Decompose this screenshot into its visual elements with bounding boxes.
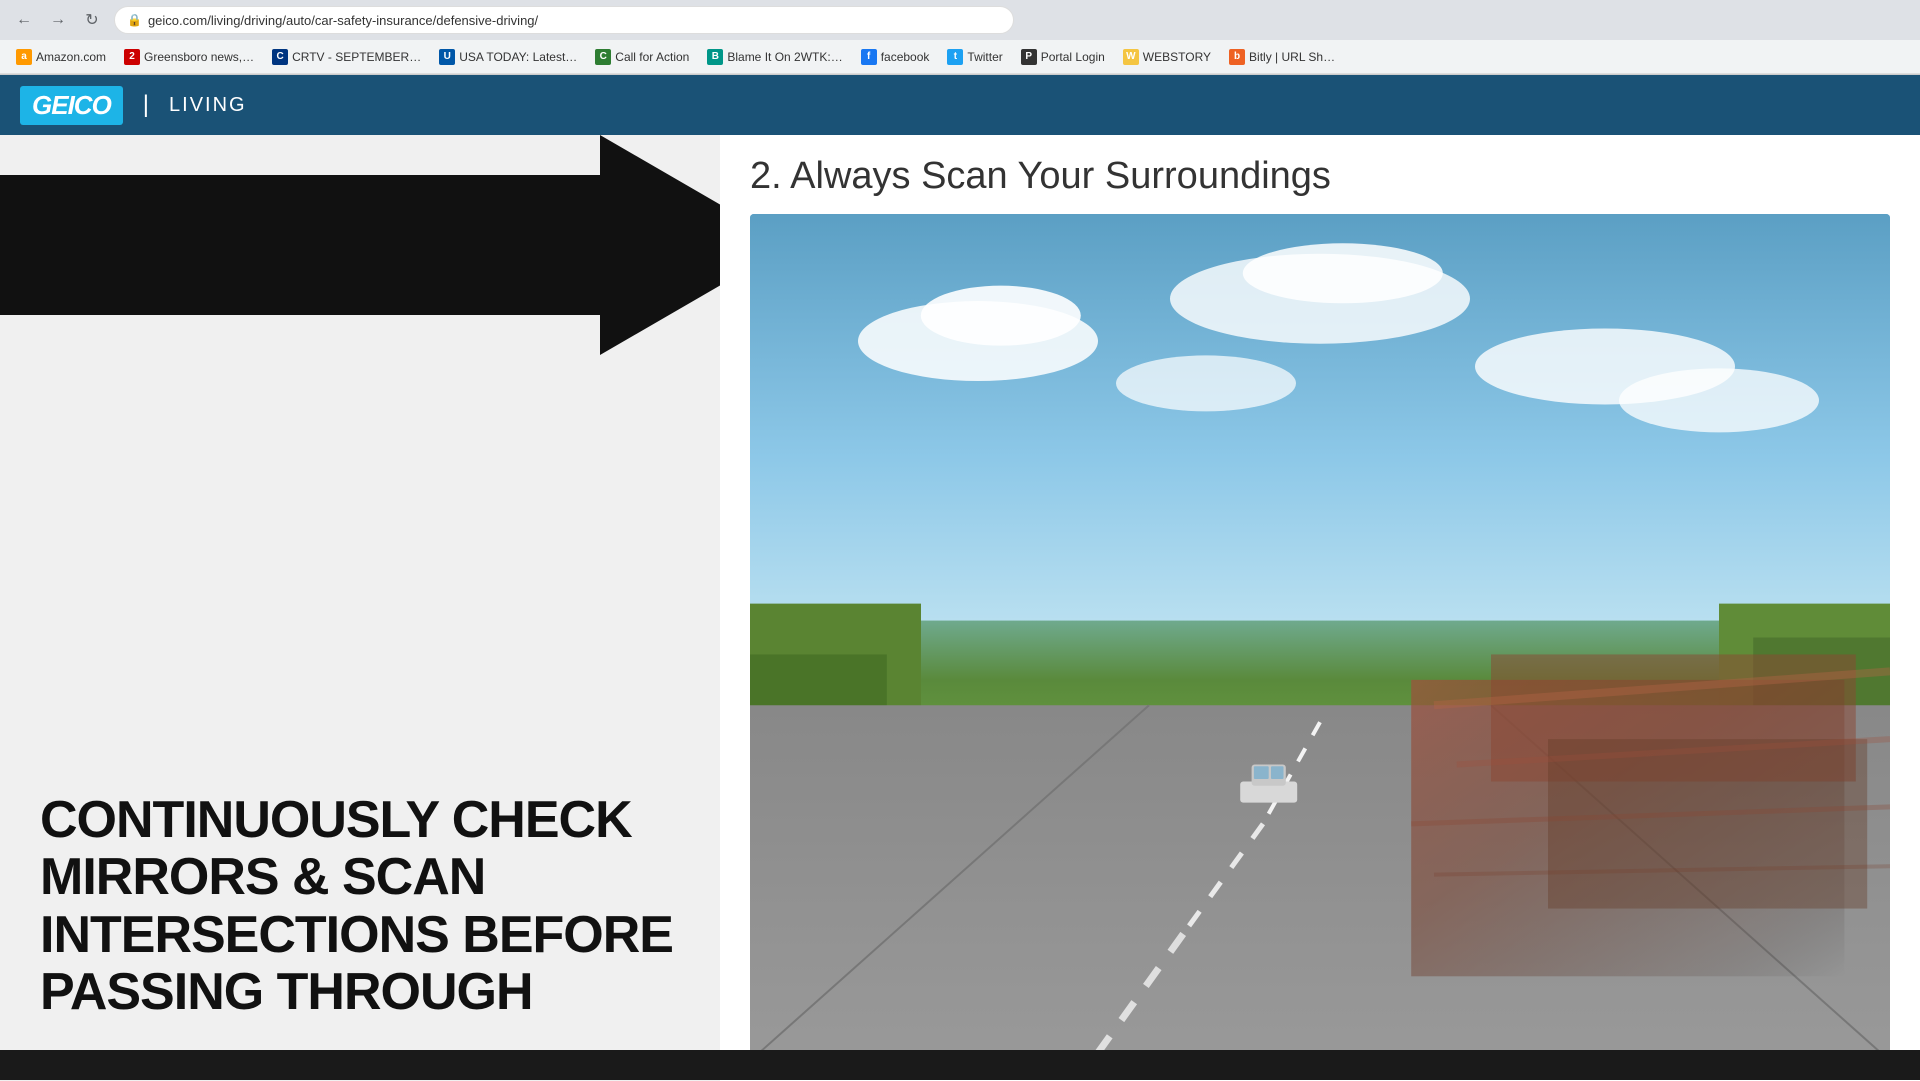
favicon-portallogin: P — [1021, 49, 1037, 65]
url-text: geico.com/living/driving/auto/car-safety… — [148, 13, 538, 28]
favicon-usatoday: U — [439, 49, 455, 65]
address-bar[interactable]: 🔒 geico.com/living/driving/auto/car-safe… — [114, 6, 1014, 34]
arrow-container — [0, 135, 720, 355]
left-panel: CONTINUOUSLY CHECK MIRRORS & SCAN INTERS… — [0, 135, 720, 1081]
nav-buttons: ← → ↻ — [10, 6, 106, 34]
right-panel: 2. Always Scan Your Surroundings — [720, 135, 1920, 1081]
reload-button[interactable]: ↻ — [78, 6, 106, 34]
bookmark-webstory[interactable]: W WEBSTORY — [1115, 46, 1219, 68]
main-area: CONTINUOUSLY CHECK MIRRORS & SCAN INTERS… — [0, 135, 1920, 1081]
favicon-bitly: b — [1229, 49, 1245, 65]
page-content: GEICO | LIVING CONTINUOUSLY CHECK MIRROR… — [0, 75, 1920, 1081]
bookmark-blame[interactable]: B Blame It On 2WTK:… — [699, 46, 850, 68]
road-image — [750, 214, 1890, 1061]
bookmark-label-blame: Blame It On 2WTK:… — [727, 50, 842, 64]
bookmark-label-crtv: CRTV - SEPTEMBER… — [292, 50, 421, 64]
bookmarks-bar: a Amazon.com 2 Greensboro news,… C CRTV … — [0, 40, 1920, 74]
favicon-webstory: W — [1123, 49, 1139, 65]
bookmark-callforaction[interactable]: C Call for Action — [587, 46, 697, 68]
back-button[interactable]: ← — [10, 6, 38, 34]
favicon-callforaction: C — [595, 49, 611, 65]
bookmark-portallogin[interactable]: P Portal Login — [1013, 46, 1113, 68]
favicon-twitter: t — [947, 49, 963, 65]
bookmark-label-bitly: Bitly | URL Sh… — [1249, 50, 1335, 64]
road-scene — [750, 214, 1890, 1061]
bookmark-label-webstory: WEBSTORY — [1143, 50, 1211, 64]
geico-logo: GEICO — [20, 86, 123, 125]
bookmark-bitly[interactable]: b Bitly | URL Sh… — [1221, 46, 1343, 68]
bookmark-crtv[interactable]: C CRTV - SEPTEMBER… — [264, 46, 429, 68]
favicon-crtv: C — [272, 49, 288, 65]
bookmark-label-portallogin: Portal Login — [1041, 50, 1105, 64]
bookmark-amazon[interactable]: a Amazon.com — [8, 46, 114, 68]
road-illustration — [750, 214, 1890, 1061]
bookmark-greensboro[interactable]: 2 Greensboro news,… — [116, 46, 262, 68]
tip-text-container: CONTINUOUSLY CHECK MIRRORS & SCAN INTERS… — [40, 792, 700, 1021]
forward-button[interactable]: → — [44, 6, 72, 34]
right-arrow-icon — [0, 135, 720, 355]
browser-chrome: ← → ↻ 🔒 geico.com/living/driving/auto/ca… — [0, 0, 1920, 75]
section-title: 2. Always Scan Your Surroundings — [750, 155, 1890, 198]
bookmark-label-amazon: Amazon.com — [36, 50, 106, 64]
lock-icon: 🔒 — [127, 13, 142, 27]
bottom-bar — [0, 1050, 1920, 1080]
bookmark-label-greensboro: Greensboro news,… — [144, 50, 254, 64]
geico-header: GEICO | LIVING — [0, 75, 1920, 135]
browser-titlebar: ← → ↻ 🔒 geico.com/living/driving/auto/ca… — [0, 0, 1920, 40]
geico-section: LIVING — [169, 94, 247, 117]
favicon-blame: B — [707, 49, 723, 65]
bookmark-label-callforaction: Call for Action — [615, 50, 689, 64]
bookmark-label-usatoday: USA TODAY: Latest… — [459, 50, 577, 64]
header-divider: | — [143, 91, 149, 119]
tip-text: CONTINUOUSLY CHECK MIRRORS & SCAN INTERS… — [40, 792, 700, 1021]
bookmark-label-twitter: Twitter — [967, 50, 1002, 64]
favicon-greensboro: 2 — [124, 49, 140, 65]
favicon-facebook: f — [861, 49, 877, 65]
bookmark-label-facebook: facebook — [881, 50, 930, 64]
bookmark-twitter[interactable]: t Twitter — [939, 46, 1010, 68]
bookmark-facebook[interactable]: f facebook — [853, 46, 938, 68]
bookmark-usatoday[interactable]: U USA TODAY: Latest… — [431, 46, 585, 68]
favicon-amazon: a — [16, 49, 32, 65]
